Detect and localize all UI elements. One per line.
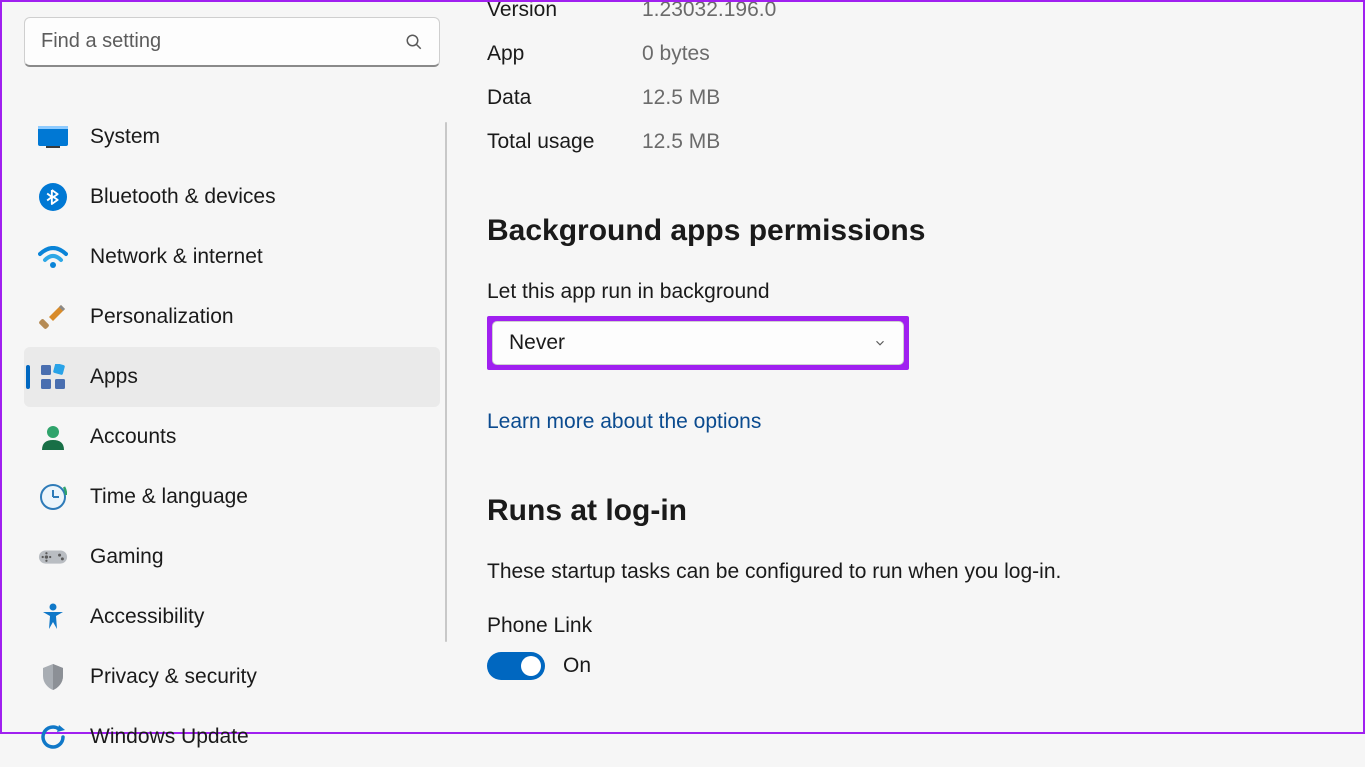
learn-more-link[interactable]: Learn more about the options <box>487 410 761 434</box>
sidebar-item-apps[interactable]: Apps <box>24 347 440 407</box>
startup-description: These startup tasks can be configured to… <box>487 560 1323 584</box>
sidebar-item-system[interactable]: System <box>24 107 440 167</box>
startup-toggle[interactable] <box>487 652 545 680</box>
sidebar-item-network[interactable]: Network & internet <box>24 227 440 287</box>
sidebar-item-label: Privacy & security <box>90 665 257 689</box>
sidebar-item-personalization[interactable]: Personalization <box>24 287 440 347</box>
accessibility-icon <box>38 602 68 632</box>
spec-value: 1.23032.196.0 <box>642 2 776 22</box>
spec-key: Data <box>487 86 642 110</box>
specs-table: Version1.23032.196.0App0 bytesData12.5 M… <box>487 2 1323 154</box>
sidebar-item-accounts[interactable]: Accounts <box>24 407 440 467</box>
spec-row: Total usage12.5 MB <box>487 130 1323 154</box>
spec-row: Version1.23032.196.0 <box>487 2 1323 22</box>
sidebar-item-time[interactable]: Time & language <box>24 467 440 527</box>
background-label: Let this app run in background <box>487 280 1323 304</box>
spec-key: App <box>487 42 642 66</box>
spec-key: Total usage <box>487 130 642 154</box>
search-box[interactable] <box>24 17 440 67</box>
bluetooth-icon <box>38 182 68 212</box>
sidebar-item-label: Gaming <box>90 545 164 569</box>
background-dropdown[interactable]: Never <box>492 321 904 365</box>
apps-icon <box>38 362 68 392</box>
main-content: Version1.23032.196.0App0 bytesData12.5 M… <box>447 2 1363 732</box>
spec-row: Data12.5 MB <box>487 86 1323 110</box>
sidebar-item-label: System <box>90 125 160 149</box>
dropdown-highlight: Never <box>487 316 909 370</box>
gaming-icon <box>38 542 68 572</box>
sidebar-item-label: Windows Update <box>90 725 249 749</box>
toggle-state-label: On <box>563 654 591 678</box>
spec-value: 0 bytes <box>642 42 710 66</box>
startup-item-label: Phone Link <box>487 614 1323 638</box>
sidebar-item-bluetooth[interactable]: Bluetooth & devices <box>24 167 440 227</box>
toggle-knob <box>521 656 541 676</box>
nav-list: System Bluetooth & devices Network & inter… <box>24 107 440 767</box>
spec-key: Version <box>487 2 642 22</box>
spec-value: 12.5 MB <box>642 86 720 110</box>
background-heading: Background apps permissions <box>487 214 1323 248</box>
sidebar-item-label: Network & internet <box>90 245 263 269</box>
sidebar: System Bluetooth & devices Network & inter… <box>2 2 447 732</box>
sidebar-item-label: Time & language <box>90 485 248 509</box>
sidebar-item-label: Bluetooth & devices <box>90 185 276 209</box>
sidebar-scrollbar[interactable] <box>445 122 447 642</box>
system-icon <box>38 122 68 152</box>
search-icon <box>405 33 423 51</box>
sidebar-item-privacy[interactable]: Privacy & security <box>24 647 440 707</box>
sidebar-item-label: Apps <box>90 365 138 389</box>
spec-row: App0 bytes <box>487 42 1323 66</box>
accounts-icon <box>38 422 68 452</box>
time-icon <box>38 482 68 512</box>
sidebar-item-label: Accounts <box>90 425 176 449</box>
startup-heading: Runs at log-in <box>487 494 1323 528</box>
network-icon <box>38 242 68 272</box>
privacy-icon <box>38 662 68 692</box>
sidebar-item-label: Accessibility <box>90 605 204 629</box>
spec-value: 12.5 MB <box>642 130 720 154</box>
update-icon <box>38 722 68 752</box>
sidebar-item-accessibility[interactable]: Accessibility <box>24 587 440 647</box>
chevron-down-icon <box>873 336 887 350</box>
personalization-icon <box>38 302 68 332</box>
dropdown-value: Never <box>509 331 565 355</box>
sidebar-item-label: Personalization <box>90 305 234 329</box>
sidebar-item-update[interactable]: Windows Update <box>24 707 440 767</box>
search-input[interactable] <box>41 30 405 53</box>
startup-toggle-row: On <box>487 652 1323 680</box>
sidebar-item-gaming[interactable]: Gaming <box>24 527 440 587</box>
